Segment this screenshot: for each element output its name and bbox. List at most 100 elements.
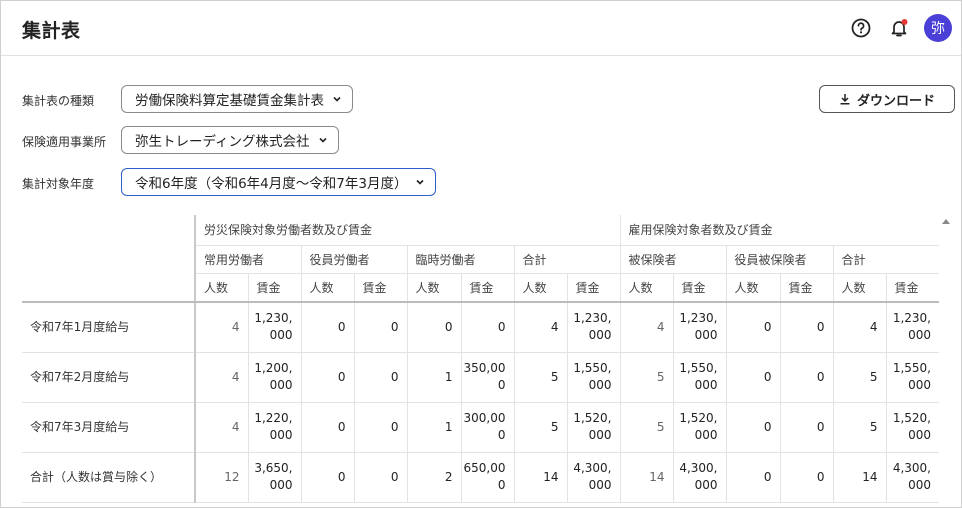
table-cell: 0 (300, 402, 354, 453)
column-header: 賃金 (885, 272, 939, 303)
table-cell: 5 (619, 402, 673, 453)
column-header: 賃金 (779, 272, 833, 303)
table-cell: 1,220, 000 (247, 402, 301, 453)
help-circle-icon[interactable] (848, 15, 874, 41)
table-cell: 0 (353, 402, 407, 453)
table-cell: 1,520, 000 (566, 402, 620, 453)
scroll-up-arrow-icon[interactable] (942, 219, 950, 224)
column-header: 賃金 (353, 272, 407, 303)
subgroup-header: 臨時労働者 (406, 244, 514, 273)
subgroup-header: 被保険者 (619, 244, 726, 273)
table-cell: 4,300, 000 (672, 452, 726, 503)
table-cell: 5 (832, 402, 886, 453)
table-cell: 0 (779, 452, 833, 503)
column-header: 人数 (513, 272, 567, 303)
page-header: 集計表 弥 (1, 1, 961, 56)
table-cell: 1,200, 000 (247, 352, 301, 403)
download-label: ダウンロード (856, 93, 935, 109)
subgroup-header: 役員被保険者 (725, 244, 833, 273)
table-cell: 1,230, 000 (247, 302, 301, 353)
chevron-down-icon (333, 96, 341, 102)
table-cell: 0 (300, 302, 354, 353)
type-select[interactable]: 労働保険料算定基礎賃金集計表 (121, 85, 353, 113)
table-cell: 1,550, 000 (566, 352, 620, 403)
table-cell: 4 (194, 352, 248, 403)
table-cell: 5 (619, 352, 673, 403)
column-header: 賃金 (566, 272, 620, 303)
year-label: 集計対象年度 (22, 177, 95, 191)
table-cell: 0 (353, 302, 407, 353)
avatar[interactable]: 弥 (924, 14, 952, 42)
column-header: 賃金 (672, 272, 726, 303)
table-cell: 1 (406, 352, 461, 403)
group-header-koyou: 雇用保険対象者数及び賃金 (619, 215, 939, 245)
table-cell: 0 (779, 302, 833, 353)
row-label: 合計（人数は賞与除く） (22, 452, 195, 503)
table-cell: 14 (832, 452, 886, 503)
table-cell: 0 (460, 302, 514, 353)
table-cell: 0 (779, 352, 833, 403)
table-cell: 5 (513, 352, 567, 403)
bell-icon[interactable] (886, 15, 912, 41)
page-title: 集計表 (22, 20, 81, 42)
table-cell: 0 (300, 352, 354, 403)
table-cell: 650,00 0 (460, 452, 514, 503)
office-select-value: 弥生トレーディング株式会社 (135, 134, 310, 150)
table-cell: 0 (725, 352, 780, 403)
table-cell: 0 (406, 302, 461, 353)
table-cell: 1,520, 000 (885, 402, 939, 453)
table-cell: 1,230, 000 (885, 302, 939, 353)
summary-table: 労災保険対象労働者数及び賃金 雇用保険対象者数及び賃金 常用労働者 役員労働者 … (22, 215, 939, 503)
table-cell: 1,550, 000 (672, 352, 726, 403)
row-label: 令和7年1月度給与 (22, 302, 195, 353)
group-header-rousai: 労災保険対象労働者数及び賃金 (194, 215, 620, 245)
year-select-value: 令和6年度（令和6年4月度〜令和7年3月度） (135, 176, 408, 192)
column-header: 賃金 (460, 272, 514, 303)
app-window: 集計表 弥 集計表の種類 労働保険料算定基礎賃金集計表 保険適用事業所 弥生トレ… (0, 0, 962, 508)
table-row: 令和7年1月度給与 4 1,230, 000 0 0 0 0 4 1,230, 000 4 1,23… (22, 302, 939, 353)
table-cell: 0 (725, 452, 780, 503)
table-cell: 0 (300, 452, 354, 503)
table-cell: 4 (194, 302, 248, 353)
table-cell: 0 (353, 352, 407, 403)
table-cell: 1,230, 000 (566, 302, 620, 353)
year-select[interactable]: 令和6年度（令和6年4月度〜令和7年3月度） (121, 168, 437, 196)
column-header: 賃金 (247, 272, 301, 303)
office-label: 保険適用事業所 (22, 135, 107, 149)
table-cell: 0 (725, 302, 780, 353)
table-cell: 0 (779, 402, 833, 453)
office-select[interactable]: 弥生トレーディング株式会社 (121, 126, 339, 154)
table-body: 令和7年1月度給与 4 1,230, 000 0 0 0 0 4 1,230, 000 4 1,23… (22, 302, 939, 503)
table-cell: 4 (194, 402, 248, 453)
table-cell: 12 (194, 452, 248, 503)
table-cell: 1,230, 000 (672, 302, 726, 353)
table-row: 合計（人数は賞与除く） 12 3,650, 000 0 0 2 650,00 0 14 4,30… (22, 452, 939, 503)
type-label: 集計表の種類 (22, 94, 95, 108)
table-row: 令和7年2月度給与 4 1,200, 000 0 0 1 350,00 0 5 1,550, 0… (22, 352, 939, 403)
table-cell: 1,550, 000 (885, 352, 939, 403)
table-cell: 1 (406, 402, 461, 453)
download-button[interactable]: ダウンロード (819, 85, 955, 113)
type-select-value: 労働保険料算定基礎賃金集計表 (135, 93, 324, 109)
subgroup-header: 役員労働者 (300, 244, 407, 273)
table-cell: 3,650, 000 (247, 452, 301, 503)
column-header: 人数 (619, 272, 673, 303)
chevron-down-icon (416, 179, 425, 185)
table-cell: 1,520, 000 (672, 402, 726, 453)
row-label: 令和7年2月度給与 (22, 352, 195, 403)
table-cell: 14 (619, 452, 673, 503)
table-cell: 5 (832, 352, 886, 403)
table-cell: 5 (513, 402, 567, 453)
download-icon (840, 94, 850, 105)
subgroup-header: 合計 (832, 244, 939, 273)
column-header: 人数 (194, 272, 248, 303)
table-cell: 4,300, 000 (566, 452, 620, 503)
column-header: 人数 (406, 272, 461, 303)
column-header: 人数 (300, 272, 354, 303)
table-cell: 2 (406, 452, 461, 503)
table-cell: 4 (832, 302, 886, 353)
table-cell: 4 (619, 302, 673, 353)
chevron-down-icon (318, 137, 327, 143)
column-header: 人数 (725, 272, 780, 303)
table-row: 令和7年3月度給与 4 1,220, 000 0 0 1 300,00 0 5 1,520, 0… (22, 402, 939, 453)
